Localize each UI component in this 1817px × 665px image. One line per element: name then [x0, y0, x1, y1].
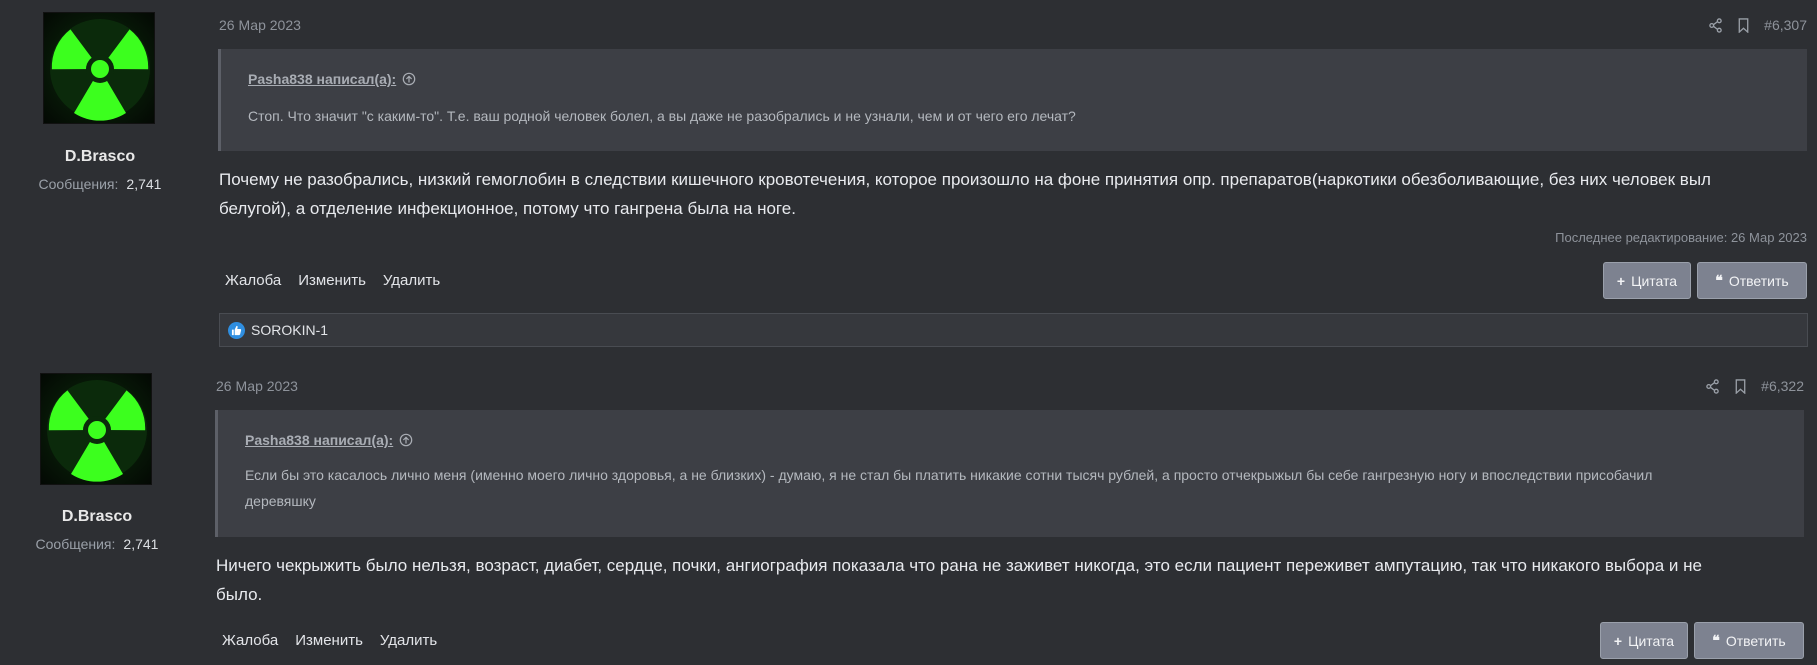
quote-text-line: деревяшку	[245, 493, 316, 509]
radiation-avatar-icon	[47, 380, 147, 482]
quote-block: Pasha838 написал(а): Если бы это касалос…	[215, 410, 1804, 537]
plus-icon: +	[1616, 272, 1626, 289]
last-edited: Последнее редактирование: 26 Мар 2023	[1555, 230, 1807, 245]
user-avatar[interactable]	[40, 373, 152, 485]
edit-link[interactable]: Изменить	[288, 632, 373, 649]
messages-value: 2,741	[126, 176, 162, 192]
radiation-avatar-icon	[50, 19, 150, 121]
post-body-line: Ничего чекрыжить было нельзя, возраст, д…	[216, 556, 1702, 575]
quote-author[interactable]: Pasha838 написал(а):	[248, 71, 396, 87]
post-actions: Жалоба Изменить Удалить	[218, 272, 450, 289]
quote-text-line: Если бы это касалось лично меня (именно …	[245, 467, 1653, 483]
bookmark-icon[interactable]	[1734, 378, 1747, 394]
reaction-user[interactable]: SOROKIN-1	[251, 322, 328, 338]
post-meta: #6,307	[1708, 17, 1807, 33]
delete-link[interactable]: Удалить	[376, 272, 450, 289]
messages-value: 2,741	[123, 536, 159, 552]
report-link[interactable]: Жалоба	[218, 272, 291, 289]
reply-button[interactable]: ❝ Ответить	[1697, 262, 1807, 299]
share-icon[interactable]	[1705, 378, 1720, 394]
quote-button-label: Цитата	[1631, 272, 1678, 289]
quote-author-link[interactable]: Pasha838 написал(а):	[245, 432, 413, 448]
post-body-line: Почему не разобрались, низкий гемоглобин…	[219, 170, 1711, 189]
post-number[interactable]: #6,307	[1764, 17, 1807, 33]
report-link[interactable]: Жалоба	[215, 632, 288, 649]
post-actions: Жалоба Изменить Удалить	[215, 632, 447, 649]
quote-marks-icon: ❝	[1712, 632, 1720, 648]
post-date[interactable]: 26 Мар 2023	[216, 378, 298, 394]
message-count: Сообщения: 2,741	[0, 536, 197, 552]
quote-button[interactable]: + Цитата	[1603, 262, 1691, 299]
reply-button-label: Ответить	[1728, 272, 1789, 289]
messages-label: Сообщения:	[35, 536, 116, 552]
plus-icon: +	[1613, 632, 1623, 649]
reply-button[interactable]: ❝ Ответить	[1694, 622, 1804, 659]
post-6307: D.Brasco Сообщения: 2,741 26 Мар 2023 #6,…	[0, 0, 1817, 355]
quote-author-link[interactable]: Pasha838 написал(а):	[248, 71, 416, 87]
username[interactable]: D.Brasco	[0, 148, 200, 166]
arrow-up-circle-icon[interactable]	[402, 72, 416, 86]
delete-link[interactable]: Удалить	[373, 632, 447, 649]
username[interactable]: D.Brasco	[0, 508, 197, 526]
post-date[interactable]: 26 Мар 2023	[219, 17, 301, 33]
post-body-line: белугой), а отделение инфекционное, пото…	[219, 199, 796, 218]
post-6322: D.Brasco Сообщения: 2,741 26 Мар 2023 #6,…	[0, 360, 1817, 665]
edit-link[interactable]: Изменить	[291, 272, 376, 289]
post-meta: #6,322	[1705, 378, 1804, 394]
post-body-line: было.	[216, 585, 263, 604]
post-body: Почему не разобрались, низкий гемоглобин…	[219, 165, 1809, 223]
post-number[interactable]: #6,322	[1761, 378, 1804, 394]
quote-button-label: Цитата	[1628, 632, 1675, 649]
quote-button[interactable]: + Цитата	[1600, 622, 1688, 659]
quote-text: Стоп. Что значит "с каким-то". Т.е. ваш …	[248, 108, 1076, 124]
user-avatar[interactable]	[43, 12, 155, 124]
messages-label: Сообщения:	[38, 176, 119, 192]
thumbs-up-icon	[228, 321, 245, 339]
bookmark-icon[interactable]	[1737, 17, 1750, 33]
reply-button-label: Ответить	[1725, 632, 1786, 649]
post-body: Ничего чекрыжить было нельзя, возраст, д…	[216, 551, 1806, 609]
quote-text: Если бы это касалось лично меня (именно …	[245, 462, 1779, 514]
quote-author[interactable]: Pasha838 написал(а):	[245, 432, 393, 448]
quote-marks-icon: ❝	[1715, 272, 1723, 288]
message-count: Сообщения: 2,741	[0, 176, 200, 192]
quote-block: Pasha838 написал(а): Стоп. Что значит "с…	[218, 49, 1807, 151]
share-icon[interactable]	[1708, 17, 1723, 33]
arrow-up-circle-icon[interactable]	[399, 433, 413, 447]
reactions-bar: SOROKIN-1	[219, 313, 1808, 347]
